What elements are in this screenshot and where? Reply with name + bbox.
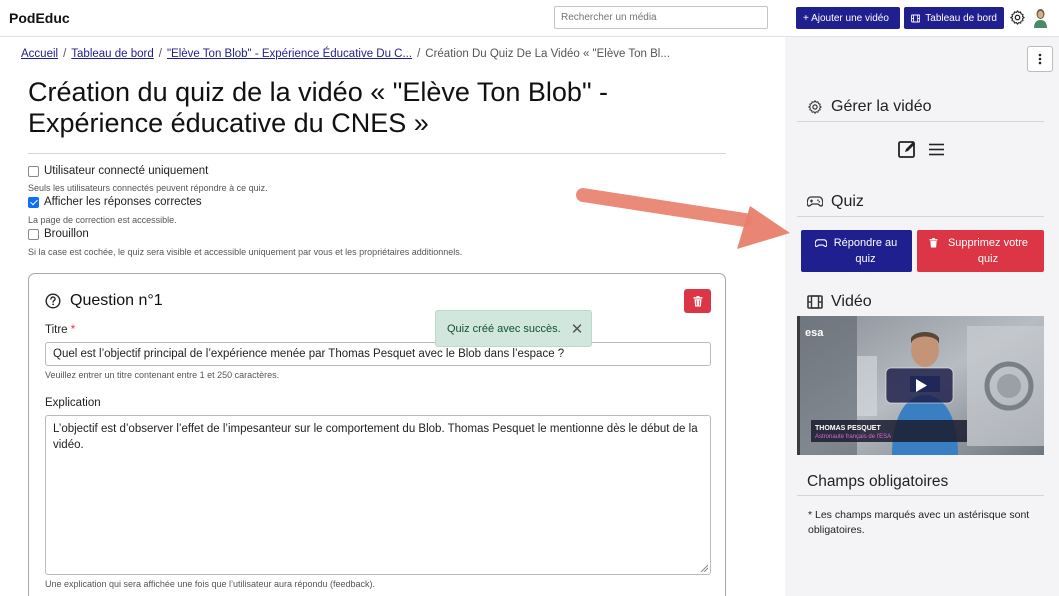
breadcrumb-current: Création Du Quiz De La Vidéo « "Elève To…: [425, 48, 670, 60]
question-heading-label: Question n°1: [70, 292, 163, 309]
quiz-label: Quiz: [831, 193, 864, 210]
question-circle-icon: [45, 293, 61, 309]
edit-icon[interactable]: [898, 140, 917, 159]
breadcrumb: Accueil / Tableau de bord / "Elève Ton Blob"…: [21, 48, 670, 60]
explanation-help: Une explication qui sera affichée une fo…: [45, 579, 376, 589]
option-label: Utilisateur connecté uniquement: [44, 165, 209, 177]
explanation-textarea[interactable]: L’objectif est d’observer l’effet de l’i…: [45, 415, 711, 575]
video-label: Vidéo: [831, 293, 872, 310]
explanation-text: L’objectif est d’observer l’effet de l’i…: [53, 423, 698, 451]
manage-video-label: Gérer la vidéo: [831, 98, 932, 115]
trash-icon: [693, 295, 702, 306]
quiz-title: Quiz: [807, 193, 864, 211]
breadcrumb-separator: /: [158, 48, 162, 60]
sidebar-menu-button[interactable]: [1027, 46, 1053, 72]
film-icon: [911, 14, 921, 22]
required-fields-title: Champs obligatoires: [807, 473, 949, 490]
page-title: Création du quiz de la vidéo « "Elève To…: [28, 77, 609, 138]
option-help: La page de correction est accessible.: [28, 215, 177, 225]
required-mark: *: [70, 324, 76, 336]
title-label-text: Titre: [45, 324, 68, 336]
divider: [28, 153, 726, 154]
explanation-field-label: Explication: [45, 397, 101, 409]
top-navbar: PodEduc + Ajouter une vidéo Tableau de b…: [0, 0, 1059, 37]
option-help: Seuls les utilisateurs connectés peuvent…: [28, 183, 268, 193]
manage-video-title: Gérer la vidéo: [807, 98, 932, 116]
breadcrumb-separator: /: [417, 48, 421, 60]
toast-message: Quiz créé avec succès.: [447, 322, 561, 335]
esa-logo: esa: [805, 327, 824, 339]
answer-quiz-button[interactable]: Répondre au quiz: [801, 230, 912, 272]
search-input[interactable]: [554, 6, 768, 29]
video-caption-name: THOMAS PESQUET: [815, 425, 881, 432]
draft-checkbox[interactable]: [28, 228, 39, 240]
breadcrumb-home[interactable]: Accueil: [21, 48, 58, 60]
add-video-button[interactable]: + Ajouter une vidéo: [796, 7, 900, 29]
dashboard-button[interactable]: Tableau de bord: [904, 7, 1004, 29]
option-logged-users[interactable]: Utilisateur connecté uniquement: [28, 165, 208, 177]
gamepad-icon: [807, 196, 823, 207]
gamepad-icon: [814, 239, 827, 248]
gear-icon: [808, 100, 822, 114]
delete-question-button[interactable]: [684, 289, 711, 313]
divider: [797, 216, 1044, 217]
option-label: Afficher les réponses correctes: [44, 196, 202, 208]
option-draft[interactable]: Brouillon: [28, 228, 89, 240]
option-help: Si la case est cochée, le quiz sera visi…: [28, 247, 463, 257]
title-help: Veuillez entrer un titre contenant entre…: [45, 370, 280, 380]
video-title: Vidéo: [807, 293, 872, 311]
question-title-input[interactable]: Quel est l’objectif principal de l’expér…: [45, 342, 711, 366]
list-icon[interactable]: [929, 143, 944, 156]
breadcrumb-dashboard[interactable]: Tableau de bord: [71, 48, 153, 60]
breadcrumb-separator: /: [63, 48, 67, 60]
brand-logo[interactable]: PodEduc: [9, 10, 70, 26]
gear-icon[interactable]: [1009, 9, 1026, 26]
trash-icon: [929, 238, 938, 248]
divider: [797, 121, 1044, 122]
logged-users-checkbox[interactable]: [28, 165, 39, 177]
option-label: Brouillon: [44, 228, 89, 240]
delete-quiz-button[interactable]: Supprimez votre quiz: [917, 230, 1044, 272]
answer-quiz-label: Répondre au quiz: [833, 237, 898, 265]
breadcrumb-video[interactable]: "Elève Ton Blob" - Expérience Éducative …: [167, 48, 412, 60]
dashboard-label: Tableau de bord: [925, 12, 997, 24]
delete-quiz-label: Supprimez votre quiz: [947, 237, 1029, 265]
kebab-menu-icon: [1038, 53, 1042, 65]
title-field-label: Titre *: [45, 324, 75, 336]
question-heading: Question n°1: [45, 292, 163, 310]
required-fields-note: * Les champs marqués avec un astérisque …: [808, 509, 1030, 536]
success-toast: Quiz créé avec succès. ✕: [435, 310, 592, 347]
option-show-answers[interactable]: Afficher les réponses correctes: [28, 196, 202, 208]
video-caption-sub: Astronaute français de l'ESA: [815, 434, 891, 440]
avatar[interactable]: [1033, 7, 1048, 28]
resize-handle-icon[interactable]: [700, 564, 708, 572]
divider: [797, 495, 1044, 496]
close-icon[interactable]: ✕: [571, 320, 584, 338]
show-answers-checkbox[interactable]: [28, 196, 39, 208]
film-icon: [807, 295, 823, 309]
video-player[interactable]: esa THOMAS PESQUET Astronaute français d…: [797, 316, 1044, 455]
video-thumbnail: esa THOMAS PESQUET Astronaute français d…: [797, 316, 1044, 455]
